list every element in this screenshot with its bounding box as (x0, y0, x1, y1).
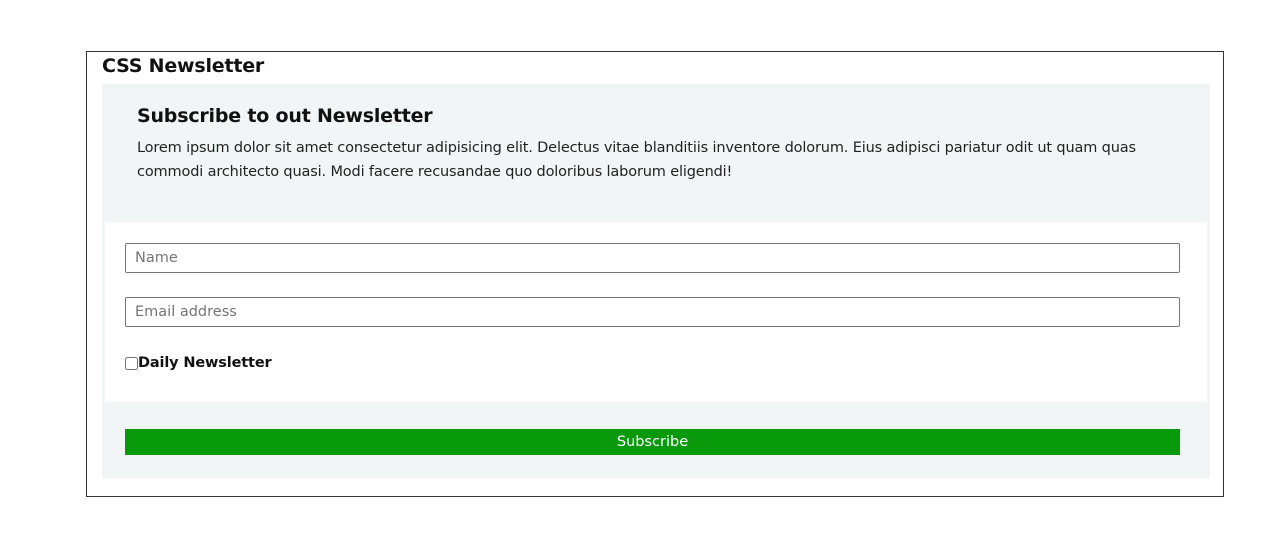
name-input[interactable] (125, 243, 1180, 273)
page-title: CSS Newsletter (102, 55, 265, 77)
newsletter-container: CSS Newsletter Subscribe to out Newslett… (86, 51, 1224, 497)
subscribe-form: Daily Newsletter (105, 222, 1207, 402)
newsletter-description: Lorem ipsum dolor sit amet consectetur a… (137, 140, 1136, 180)
daily-newsletter-checkbox[interactable] (125, 356, 138, 370)
daily-newsletter-option[interactable]: Daily Newsletter (125, 352, 272, 374)
email-input[interactable] (125, 297, 1180, 327)
daily-newsletter-label: Daily Newsletter (138, 355, 272, 371)
newsletter-heading: Subscribe to out Newsletter (137, 105, 433, 127)
newsletter-header: Subscribe to out Newsletter Lorem ipsum … (137, 102, 1137, 184)
subscribe-button[interactable]: Subscribe (125, 429, 1180, 455)
newsletter-card: Subscribe to out Newsletter Lorem ipsum … (102, 84, 1210, 478)
